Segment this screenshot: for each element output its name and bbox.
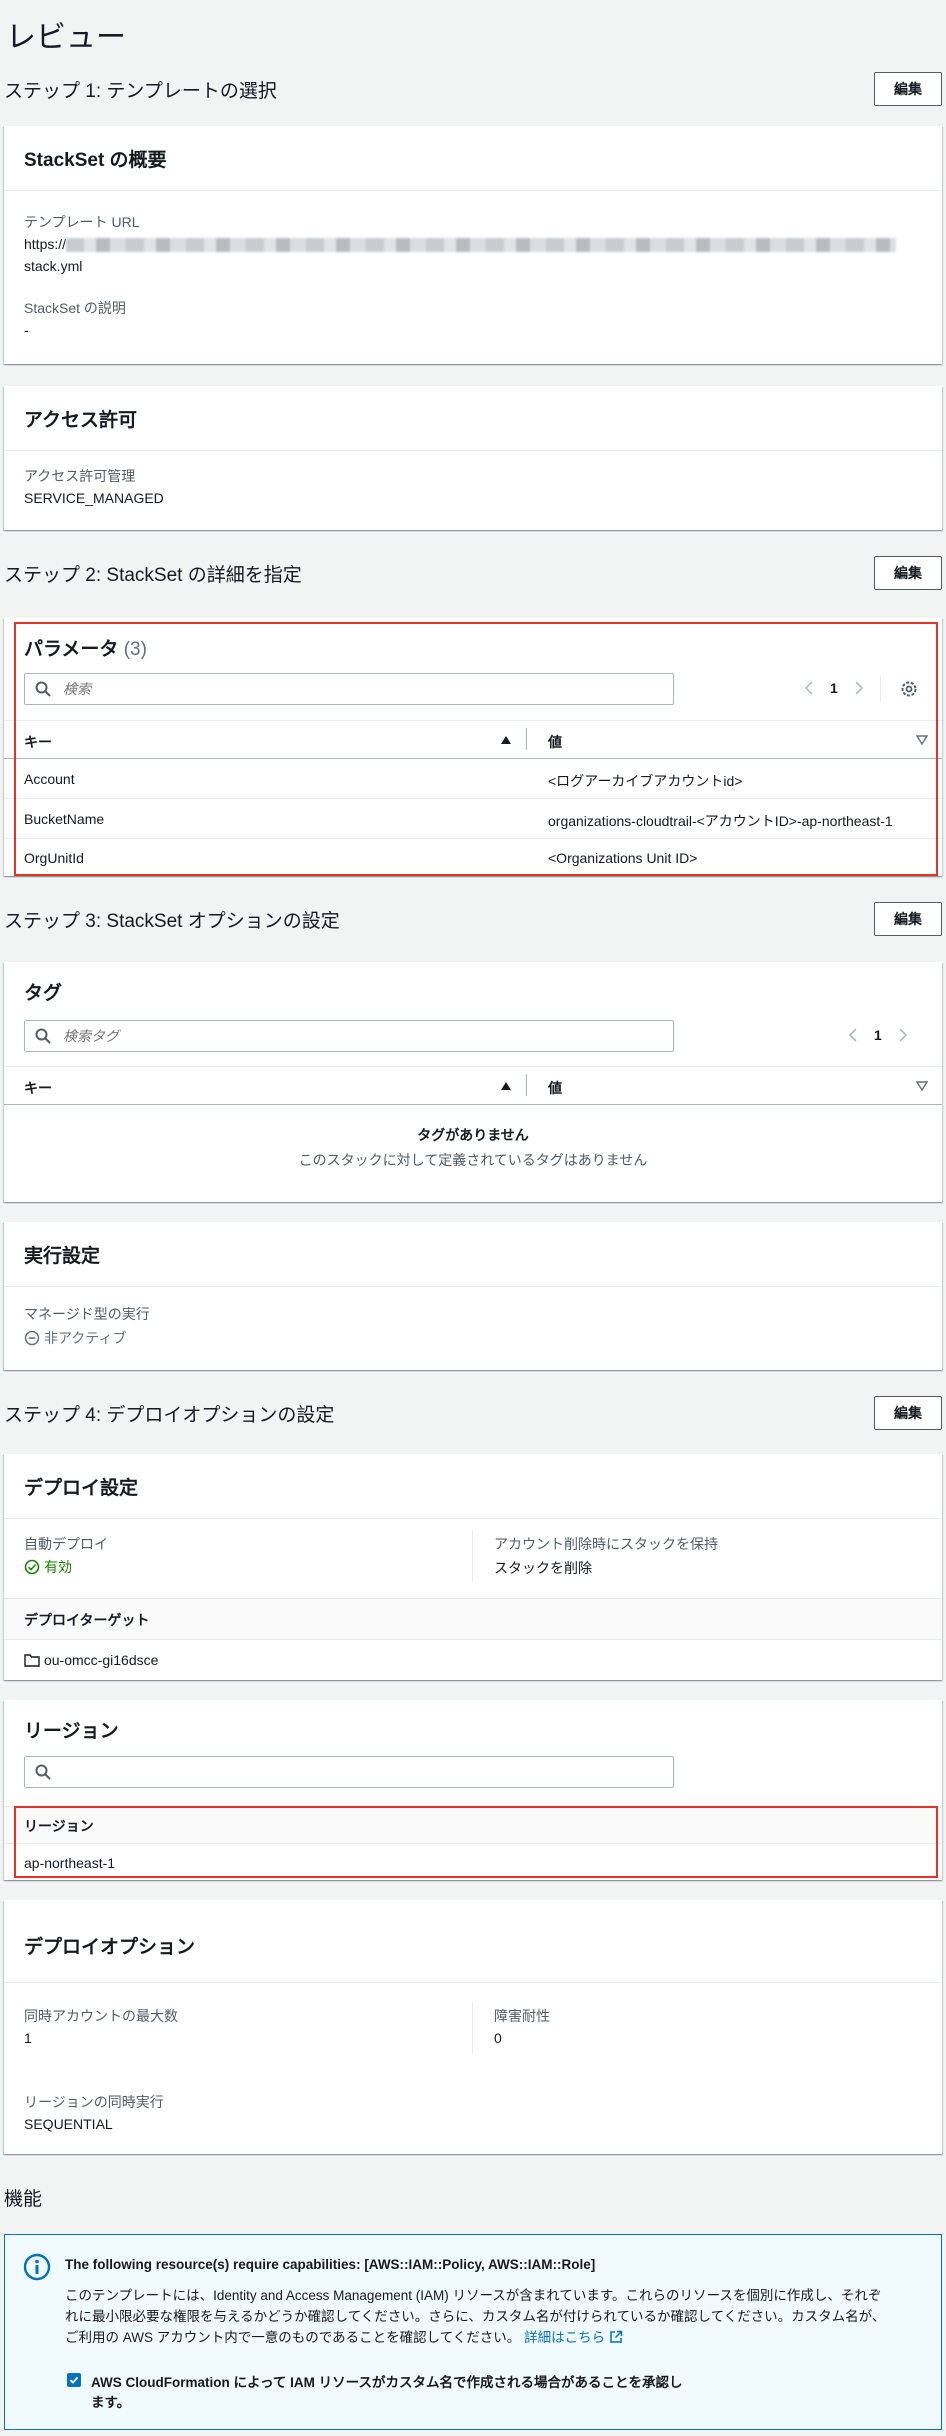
deploy-targets-label: デプロイターゲット bbox=[24, 1612, 150, 1628]
managed-execution-value: 非アクティブ bbox=[44, 1330, 127, 1346]
stackset-overview-panel: StackSet の概要 テンプレート URL https:// stack.y… bbox=[4, 126, 942, 364]
tags-panel: タグ 1 キー 値 タグがありません このスタックに対して定義されているタグはあ… bbox=[4, 962, 942, 1202]
info-icon bbox=[23, 2253, 51, 2281]
step2-edit-button[interactable]: 編集 bbox=[874, 556, 942, 590]
chevron-left-icon[interactable] bbox=[848, 1027, 858, 1043]
fault-tolerance-value: 0 bbox=[494, 2030, 502, 2046]
regions-search bbox=[24, 1756, 674, 1788]
step1-title: ステップ 1: テンプレートの選択 bbox=[4, 81, 277, 102]
capabilities-body-line: ご利用の AWS アカウント内で一意のものであることを確認してください。 詳細は… bbox=[65, 2327, 885, 2348]
ack-checkbox[interactable] bbox=[67, 2373, 81, 2387]
highlight-box bbox=[14, 622, 938, 876]
tags-title: タグ bbox=[24, 983, 63, 1004]
auto-deploy-status: 有効 bbox=[24, 1557, 72, 1577]
step2-title: ステップ 2: StackSet の詳細を指定 bbox=[4, 565, 302, 586]
search-icon bbox=[35, 1764, 51, 1780]
highlight-box bbox=[14, 1806, 938, 1878]
region-concurrency-value: SEQUENTIAL bbox=[24, 2116, 113, 2132]
deploy-settings-panel: デプロイ設定 自動デプロイ 有効 アカウント削除時にスタックを保持 スタックを削… bbox=[4, 1454, 942, 1680]
folder-icon bbox=[24, 1654, 40, 1667]
tags-col-value[interactable]: 値 bbox=[548, 1078, 562, 1098]
tags-search-input[interactable] bbox=[61, 1027, 673, 1045]
tags-page-number[interactable]: 1 bbox=[874, 1027, 882, 1043]
retain-stacks-label: アカウント削除時にスタックを保持 bbox=[494, 1536, 718, 1552]
capabilities-body: このテンプレートには、Identity and Access Managemen… bbox=[65, 2285, 885, 2348]
permissions-panel: アクセス許可 アクセス許可管理 SERVICE_MANAGED bbox=[4, 386, 942, 530]
auto-deploy-value: 有効 bbox=[44, 1559, 72, 1575]
tags-empty-desc: このスタックに対して定義されているタグはありません bbox=[298, 1152, 648, 1168]
template-url-suffix: stack.yml bbox=[24, 258, 83, 274]
max-accounts-label: 同時アカウントの最大数 bbox=[24, 2008, 178, 2024]
step3-edit-button[interactable]: 編集 bbox=[874, 902, 942, 936]
search-icon bbox=[35, 1028, 51, 1044]
deploy-options-title: デプロイオプション bbox=[24, 1937, 196, 1958]
template-url-value: https:// bbox=[24, 236, 897, 253]
tags-col-key[interactable]: キー bbox=[24, 1078, 52, 1098]
execution-title: 実行設定 bbox=[24, 1245, 101, 1267]
capabilities-heading: The following resource(s) require capabi… bbox=[65, 2257, 596, 2272]
template-url-label: テンプレート URL bbox=[24, 214, 140, 230]
managed-execution-status: 非アクティブ bbox=[24, 1328, 126, 1348]
step1-edit-button[interactable]: 編集 bbox=[874, 72, 942, 106]
capabilities-body-line: れに最小限必要な権限を与えるかどうか確認してください。さらに、カスタム名が付けら… bbox=[65, 2309, 886, 2324]
redacted-url bbox=[66, 238, 897, 253]
step3-title: ステップ 3: StackSet オプションの設定 bbox=[4, 911, 340, 932]
sort-ascending-icon[interactable] bbox=[500, 1081, 512, 1091]
step4-title: ステップ 4: デプロイオプションの設定 bbox=[4, 1405, 335, 1426]
stackset-description-value: - bbox=[24, 322, 29, 338]
deploy-options-panel: デプロイオプション 同時アカウントの最大数 1 障害耐性 0 リージョンの同時実… bbox=[4, 1900, 942, 2154]
tags-empty-title: タグがありません bbox=[417, 1127, 529, 1143]
max-accounts-value: 1 bbox=[24, 2030, 32, 2046]
retain-stacks-value: スタックを削除 bbox=[494, 1560, 592, 1576]
inactive-icon bbox=[24, 1330, 40, 1346]
learn-more-link[interactable]: 詳細はこちら bbox=[524, 2330, 623, 2345]
template-url-prefix: https:// bbox=[24, 236, 67, 252]
regions-search-input[interactable] bbox=[61, 1763, 673, 1781]
sort-icon[interactable] bbox=[916, 1081, 928, 1091]
regions-title: リージョン bbox=[24, 1721, 119, 1742]
tags-search bbox=[24, 1020, 674, 1052]
check-icon bbox=[69, 2376, 79, 2384]
permissions-mgmt-label: アクセス許可管理 bbox=[24, 468, 136, 484]
page-title: レビュー bbox=[6, 21, 126, 54]
auto-deploy-label: 自動デプロイ bbox=[24, 1536, 108, 1552]
capabilities-info-box: The following resource(s) require capabi… bbox=[4, 2234, 942, 2430]
step4-edit-button[interactable]: 編集 bbox=[874, 1396, 942, 1430]
region-concurrency-label: リージョンの同時実行 bbox=[24, 2094, 164, 2110]
permissions-title: アクセス許可 bbox=[24, 409, 138, 431]
chevron-right-icon[interactable] bbox=[898, 1027, 908, 1043]
deploy-target-ou: ou-omcc-gi16dsce bbox=[44, 1652, 159, 1668]
managed-execution-label: マネージド型の実行 bbox=[24, 1306, 150, 1322]
external-link-icon bbox=[610, 2330, 623, 2343]
deploy-target-item: ou-omcc-gi16dsce bbox=[24, 1652, 158, 1668]
stackset-description-label: StackSet の説明 bbox=[24, 300, 126, 316]
check-circle-icon bbox=[24, 1559, 40, 1575]
tags-pagination: 1 bbox=[848, 1027, 908, 1043]
capabilities-title: 機能 bbox=[4, 2189, 43, 2210]
permissions-mgmt-value: SERVICE_MANAGED bbox=[24, 490, 164, 506]
ack-label[interactable]: AWS CloudFormation によって IAM リソースがカスタム名で作… bbox=[91, 2373, 682, 2413]
fault-tolerance-label: 障害耐性 bbox=[494, 2008, 550, 2024]
execution-panel: 実行設定 マネージド型の実行 非アクティブ bbox=[4, 1222, 942, 1370]
stackset-overview-title: StackSet の概要 bbox=[24, 149, 167, 171]
deploy-settings-title: デプロイ設定 bbox=[24, 1477, 139, 1499]
capabilities-body-line: このテンプレートには、Identity and Access Managemen… bbox=[65, 2288, 882, 2303]
